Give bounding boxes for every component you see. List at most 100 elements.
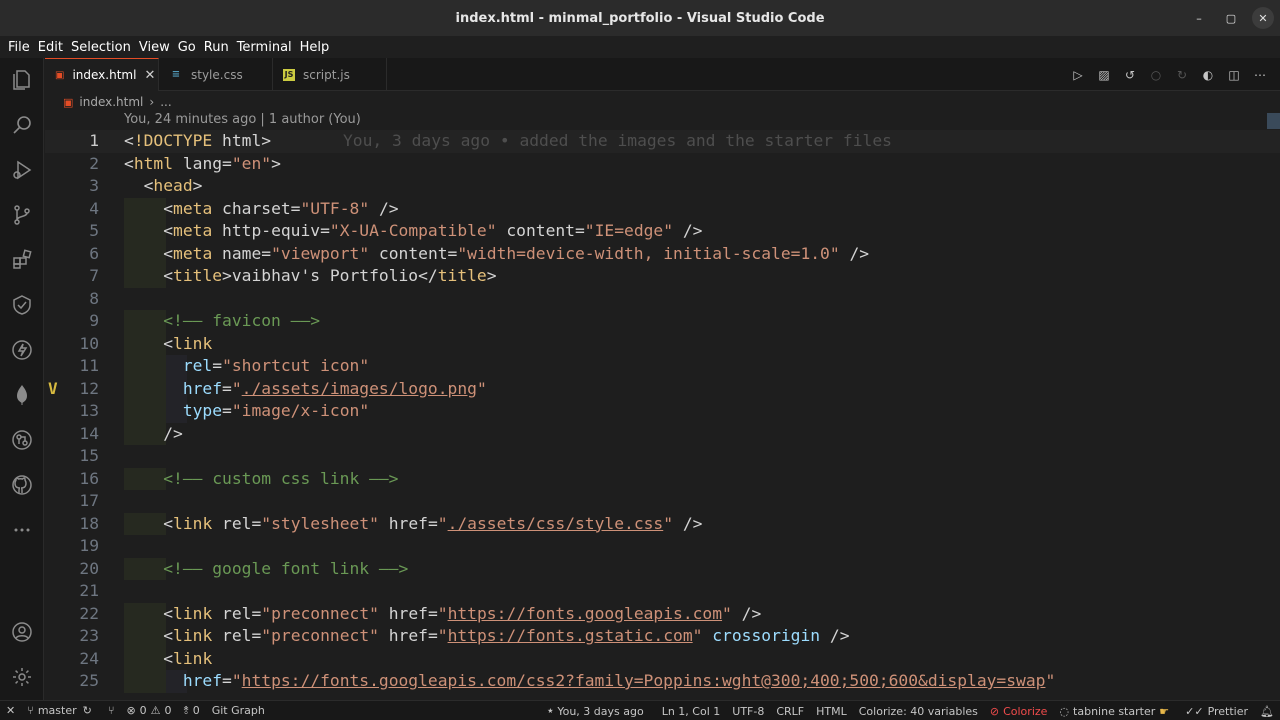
tab-index-html[interactable]: ▣ index.html ✕: [45, 58, 159, 91]
scrollbar-indicator[interactable]: [1267, 113, 1280, 129]
code-line[interactable]: 3 <head>: [45, 175, 1280, 198]
run-debug-icon[interactable]: [0, 150, 44, 190]
menu-selection[interactable]: Selection: [67, 40, 135, 55]
source-control-icon[interactable]: [0, 195, 44, 235]
notifications-icon[interactable]: 🔔︎: [1254, 701, 1280, 720]
language-mode[interactable]: HTML: [810, 701, 853, 720]
open-preview-icon[interactable]: ▨: [1096, 67, 1112, 83]
code-line[interactable]: 4 <meta charset="UTF-8" />: [45, 197, 1280, 220]
editor-actions: ▷ ▨ ↺ ○ ↻ ◐ ◫ ⋯: [1070, 58, 1268, 91]
code-line[interactable]: 11 rel="shortcut icon": [45, 355, 1280, 378]
explorer-icon[interactable]: [0, 60, 44, 100]
go-back-icon[interactable]: ↺: [1122, 67, 1138, 83]
code-line[interactable]: V 12 href="./assets/images/logo.png": [45, 377, 1280, 400]
code-line[interactable]: 20 <!—— google font link ——>: [45, 557, 1280, 580]
menu-edit[interactable]: Edit: [34, 40, 67, 55]
go-forward-icon[interactable]: ↻: [1174, 67, 1190, 83]
tab-script-js[interactable]: JS script.js: [273, 58, 387, 91]
cursor-position[interactable]: Ln 1, Col 1: [656, 701, 727, 720]
code-line[interactable]: 8: [45, 288, 1280, 311]
code-line[interactable]: 2 <html lang="en">: [45, 153, 1280, 176]
encoding[interactable]: UTF-8: [726, 701, 770, 720]
close-tab-icon[interactable]: ✕: [144, 68, 155, 83]
menu-go[interactable]: Go: [174, 40, 200, 55]
line-number: 12: [79, 378, 99, 398]
code-line[interactable]: 9 <!—— favicon ——>: [45, 310, 1280, 333]
code-text: <head>: [143, 176, 203, 195]
ports-icon: ⥉: [183, 703, 189, 717]
code-text: <!—— google font link ——>: [163, 558, 409, 578]
prettier-item[interactable]: ✓✓ Prettier: [1179, 701, 1254, 720]
code-line[interactable]: 21: [45, 580, 1280, 603]
prettier-label: Prettier: [1207, 704, 1249, 718]
menu-run[interactable]: Run: [200, 40, 233, 55]
mongodb-icon[interactable]: [0, 375, 44, 415]
code-line[interactable]: 10 <link: [45, 332, 1280, 355]
end-of-line[interactable]: CRLF: [770, 701, 810, 720]
toggle-icon[interactable]: ○: [1148, 67, 1164, 83]
line-number: 7: [89, 266, 99, 285]
code-line[interactable]: 22 <link rel="preconnect" href="https://…: [45, 602, 1280, 625]
menu-view[interactable]: View: [135, 40, 174, 55]
code-line[interactable]: 19: [45, 535, 1280, 558]
colorize-item[interactable]: ⊘ Colorize: [984, 701, 1054, 720]
compare-icon[interactable]: ◐: [1200, 67, 1216, 83]
chevron-right-icon: ›: [149, 95, 155, 109]
branch-item[interactable]: ⑂ master ↻: [21, 701, 102, 720]
git-blame-item[interactable]: ⭑ You, 3 days ago: [541, 701, 649, 720]
problems-item[interactable]: ⊗ 0 ⚠ 0: [120, 701, 177, 720]
menu-help[interactable]: Help: [296, 40, 334, 55]
code-text: href="./assets/images/logo.png": [182, 378, 487, 398]
tab-style-css[interactable]: ≡ style.css: [159, 58, 273, 91]
git-codelens[interactable]: You, 24 minutes ago | 1 author (You): [124, 112, 361, 127]
testing-icon[interactable]: [0, 285, 44, 325]
html-file-icon: ▣: [55, 69, 65, 81]
github-icon[interactable]: [0, 465, 44, 505]
extensions-icon[interactable]: [0, 240, 44, 280]
code-line[interactable]: 14 />: [45, 422, 1280, 445]
search-icon[interactable]: [0, 105, 44, 145]
code-line[interactable]: 1 <!DOCTYPE html> You, 3 days ago • added …: [45, 130, 1280, 153]
thunder-client-icon[interactable]: [0, 330, 44, 370]
double-check-icon: ✓✓: [1185, 704, 1204, 718]
line-number: 16: [79, 468, 99, 488]
run-icon[interactable]: ▷: [1070, 67, 1086, 83]
code-line[interactable]: 24 <link: [45, 647, 1280, 670]
code-text: <!—— custom css link ——>: [163, 468, 399, 488]
code-editor[interactable]: 1 <!DOCTYPE html> You, 3 days ago • added …: [45, 130, 1280, 700]
warning-icon: ⚠: [150, 704, 161, 717]
code-text: <meta charset="UTF-8" />: [163, 198, 399, 218]
code-line[interactable]: 25 href="https://fonts.googleapis.com/cs…: [45, 670, 1280, 693]
code-line[interactable]: 13 type="image/x-icon": [45, 400, 1280, 423]
code-line[interactable]: 15: [45, 445, 1280, 468]
ports-item[interactable]: ⥉ 0: [178, 701, 206, 720]
code-line[interactable]: 7 <title>vaibhav's Portfolio</title>: [45, 265, 1280, 288]
split-editor-icon[interactable]: ◫: [1226, 67, 1242, 83]
more-icon[interactable]: [0, 510, 44, 550]
git-graph-button[interactable]: Git Graph: [206, 701, 271, 720]
code-line[interactable]: 23 <link rel="preconnect" href="https://…: [45, 625, 1280, 648]
code-line[interactable]: 18 <link rel="stylesheet" href="./assets…: [45, 512, 1280, 535]
settings-gear-icon[interactable]: [0, 657, 44, 697]
source-control-status-icon[interactable]: ⑂: [102, 701, 121, 720]
code-line[interactable]: 5 <meta http-equiv="X-UA-Compatible" con…: [45, 220, 1280, 243]
line-number: 6: [89, 243, 99, 263]
code-line[interactable]: 16 <!—— custom css link ——>: [45, 467, 1280, 490]
menu-terminal[interactable]: Terminal: [233, 40, 296, 55]
remote-icon[interactable]: ✕: [0, 701, 21, 720]
more-actions-icon[interactable]: ⋯: [1252, 67, 1268, 83]
menu-file[interactable]: File: [4, 40, 34, 55]
maximize-icon[interactable]: ▢: [1220, 7, 1242, 29]
colorize-variables[interactable]: Colorize: 40 variables: [853, 701, 984, 720]
sync-icon[interactable]: ↻: [83, 704, 92, 717]
code-line[interactable]: 17: [45, 490, 1280, 513]
git-graph-icon[interactable]: [0, 420, 44, 460]
accounts-icon[interactable]: [0, 612, 44, 652]
tabnine-item[interactable]: ◌ tabnine starter ☛: [1053, 701, 1179, 720]
close-window-icon[interactable]: ✕: [1252, 7, 1274, 29]
code-text: <!DOCTYPE html>: [124, 131, 272, 150]
breadcrumb-more[interactable]: ...: [160, 95, 171, 109]
minimize-icon[interactable]: –: [1188, 7, 1210, 29]
code-line[interactable]: 6 <meta name="viewport" content="width=d…: [45, 242, 1280, 265]
breadcrumb-file[interactable]: index.html: [79, 95, 143, 109]
